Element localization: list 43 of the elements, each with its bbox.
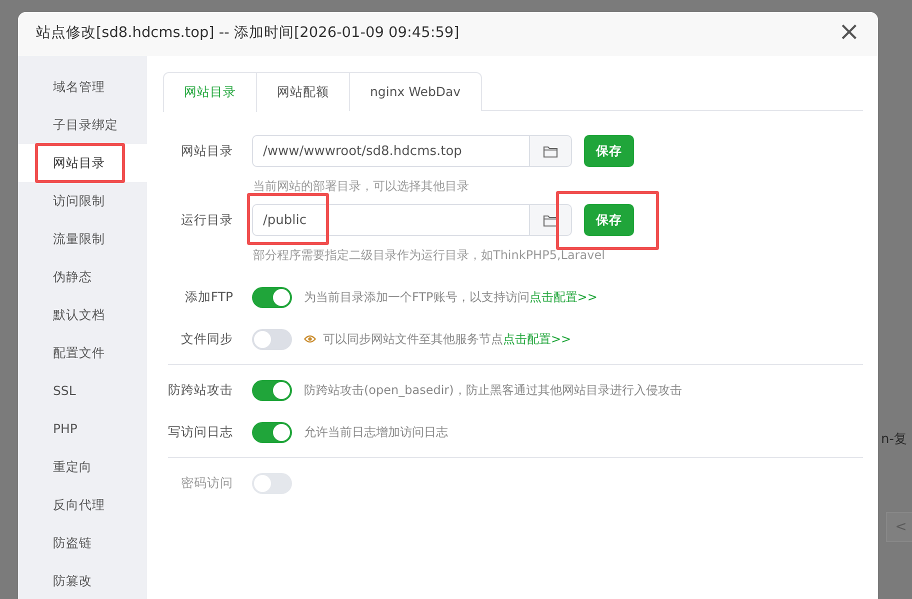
toggle-switch[interactable]: [252, 286, 292, 308]
toggle-switch[interactable]: [252, 328, 292, 350]
hint-text: 部分程序需要指定二级目录作为运行目录，如ThinkPHP5,Laravel: [253, 247, 606, 264]
folder-button[interactable]: [530, 204, 572, 236]
setting-description: 允许当前日志增加访问日志: [304, 424, 448, 441]
setting-description: 为当前目录添加一个FTP账号，以支持访问点击配置>>: [304, 289, 598, 306]
setting-label: 文件同步: [180, 330, 234, 348]
sidebar-item[interactable]: 访问限制: [18, 182, 147, 220]
setting-label: 写访问日志: [167, 422, 234, 441]
sidebar-item[interactable]: 流量限制: [18, 220, 147, 258]
sidebar-item[interactable]: 防篡改: [18, 562, 147, 599]
tab[interactable]: 网站目录: [163, 72, 257, 112]
setting-label: 密码访问: [180, 474, 234, 492]
setting-label: 添加FTP: [184, 288, 234, 306]
sidebar-item[interactable]: 配置文件: [18, 334, 147, 372]
toggle-switch[interactable]: [252, 380, 292, 400]
tab[interactable]: nginx WebDav: [349, 72, 482, 111]
toggle-switch[interactable]: [252, 422, 292, 442]
folder-icon: [543, 214, 558, 226]
tab[interactable]: 网站配额: [256, 72, 350, 111]
sidebar-item[interactable]: 子目录绑定: [18, 106, 147, 144]
sidebar-item[interactable]: 防盗链: [18, 524, 147, 562]
sidebar-item[interactable]: 伪静态: [18, 258, 147, 296]
sidebar-item[interactable]: 反向代理: [18, 486, 147, 524]
path-field[interactable]: /public: [252, 204, 530, 236]
sidebar-item[interactable]: 重定向: [18, 448, 147, 486]
hint-text: 当前网站的部署目录，可以选择其他目录: [253, 178, 470, 195]
folder-button[interactable]: [530, 135, 572, 167]
setting-description: 防跨站攻击(open_basedir)，防止黑客通过其他网站目录进行入侵攻击: [304, 382, 682, 399]
setting-label: 防跨站攻击: [167, 380, 234, 399]
sidebar-item[interactable]: 域名管理: [18, 68, 147, 106]
folder-icon: [543, 144, 558, 158]
window-title: 站点修改[sd8.hdcms.top] -- 添加时间[2026-01-09 09:45:59]: [36, 24, 460, 44]
sidebar-item[interactable]: SSL: [18, 372, 147, 410]
background-text: n-复: [881, 431, 907, 449]
field-label: 运行目录: [180, 210, 234, 229]
field-label: 网站目录: [180, 142, 234, 160]
close-button[interactable]: ×: [838, 19, 860, 49]
path-field[interactable]: /www/wwwroot/sd8.hdcms.top: [252, 135, 530, 167]
setting-description: 可以同步网站文件至其他服务节点点击配置>>: [323, 331, 572, 348]
sidebar-item[interactable]: 网站目录: [18, 144, 147, 182]
sidebar-item[interactable]: 默认文档: [18, 296, 147, 334]
sidebar-item[interactable]: PHP: [18, 410, 147, 448]
